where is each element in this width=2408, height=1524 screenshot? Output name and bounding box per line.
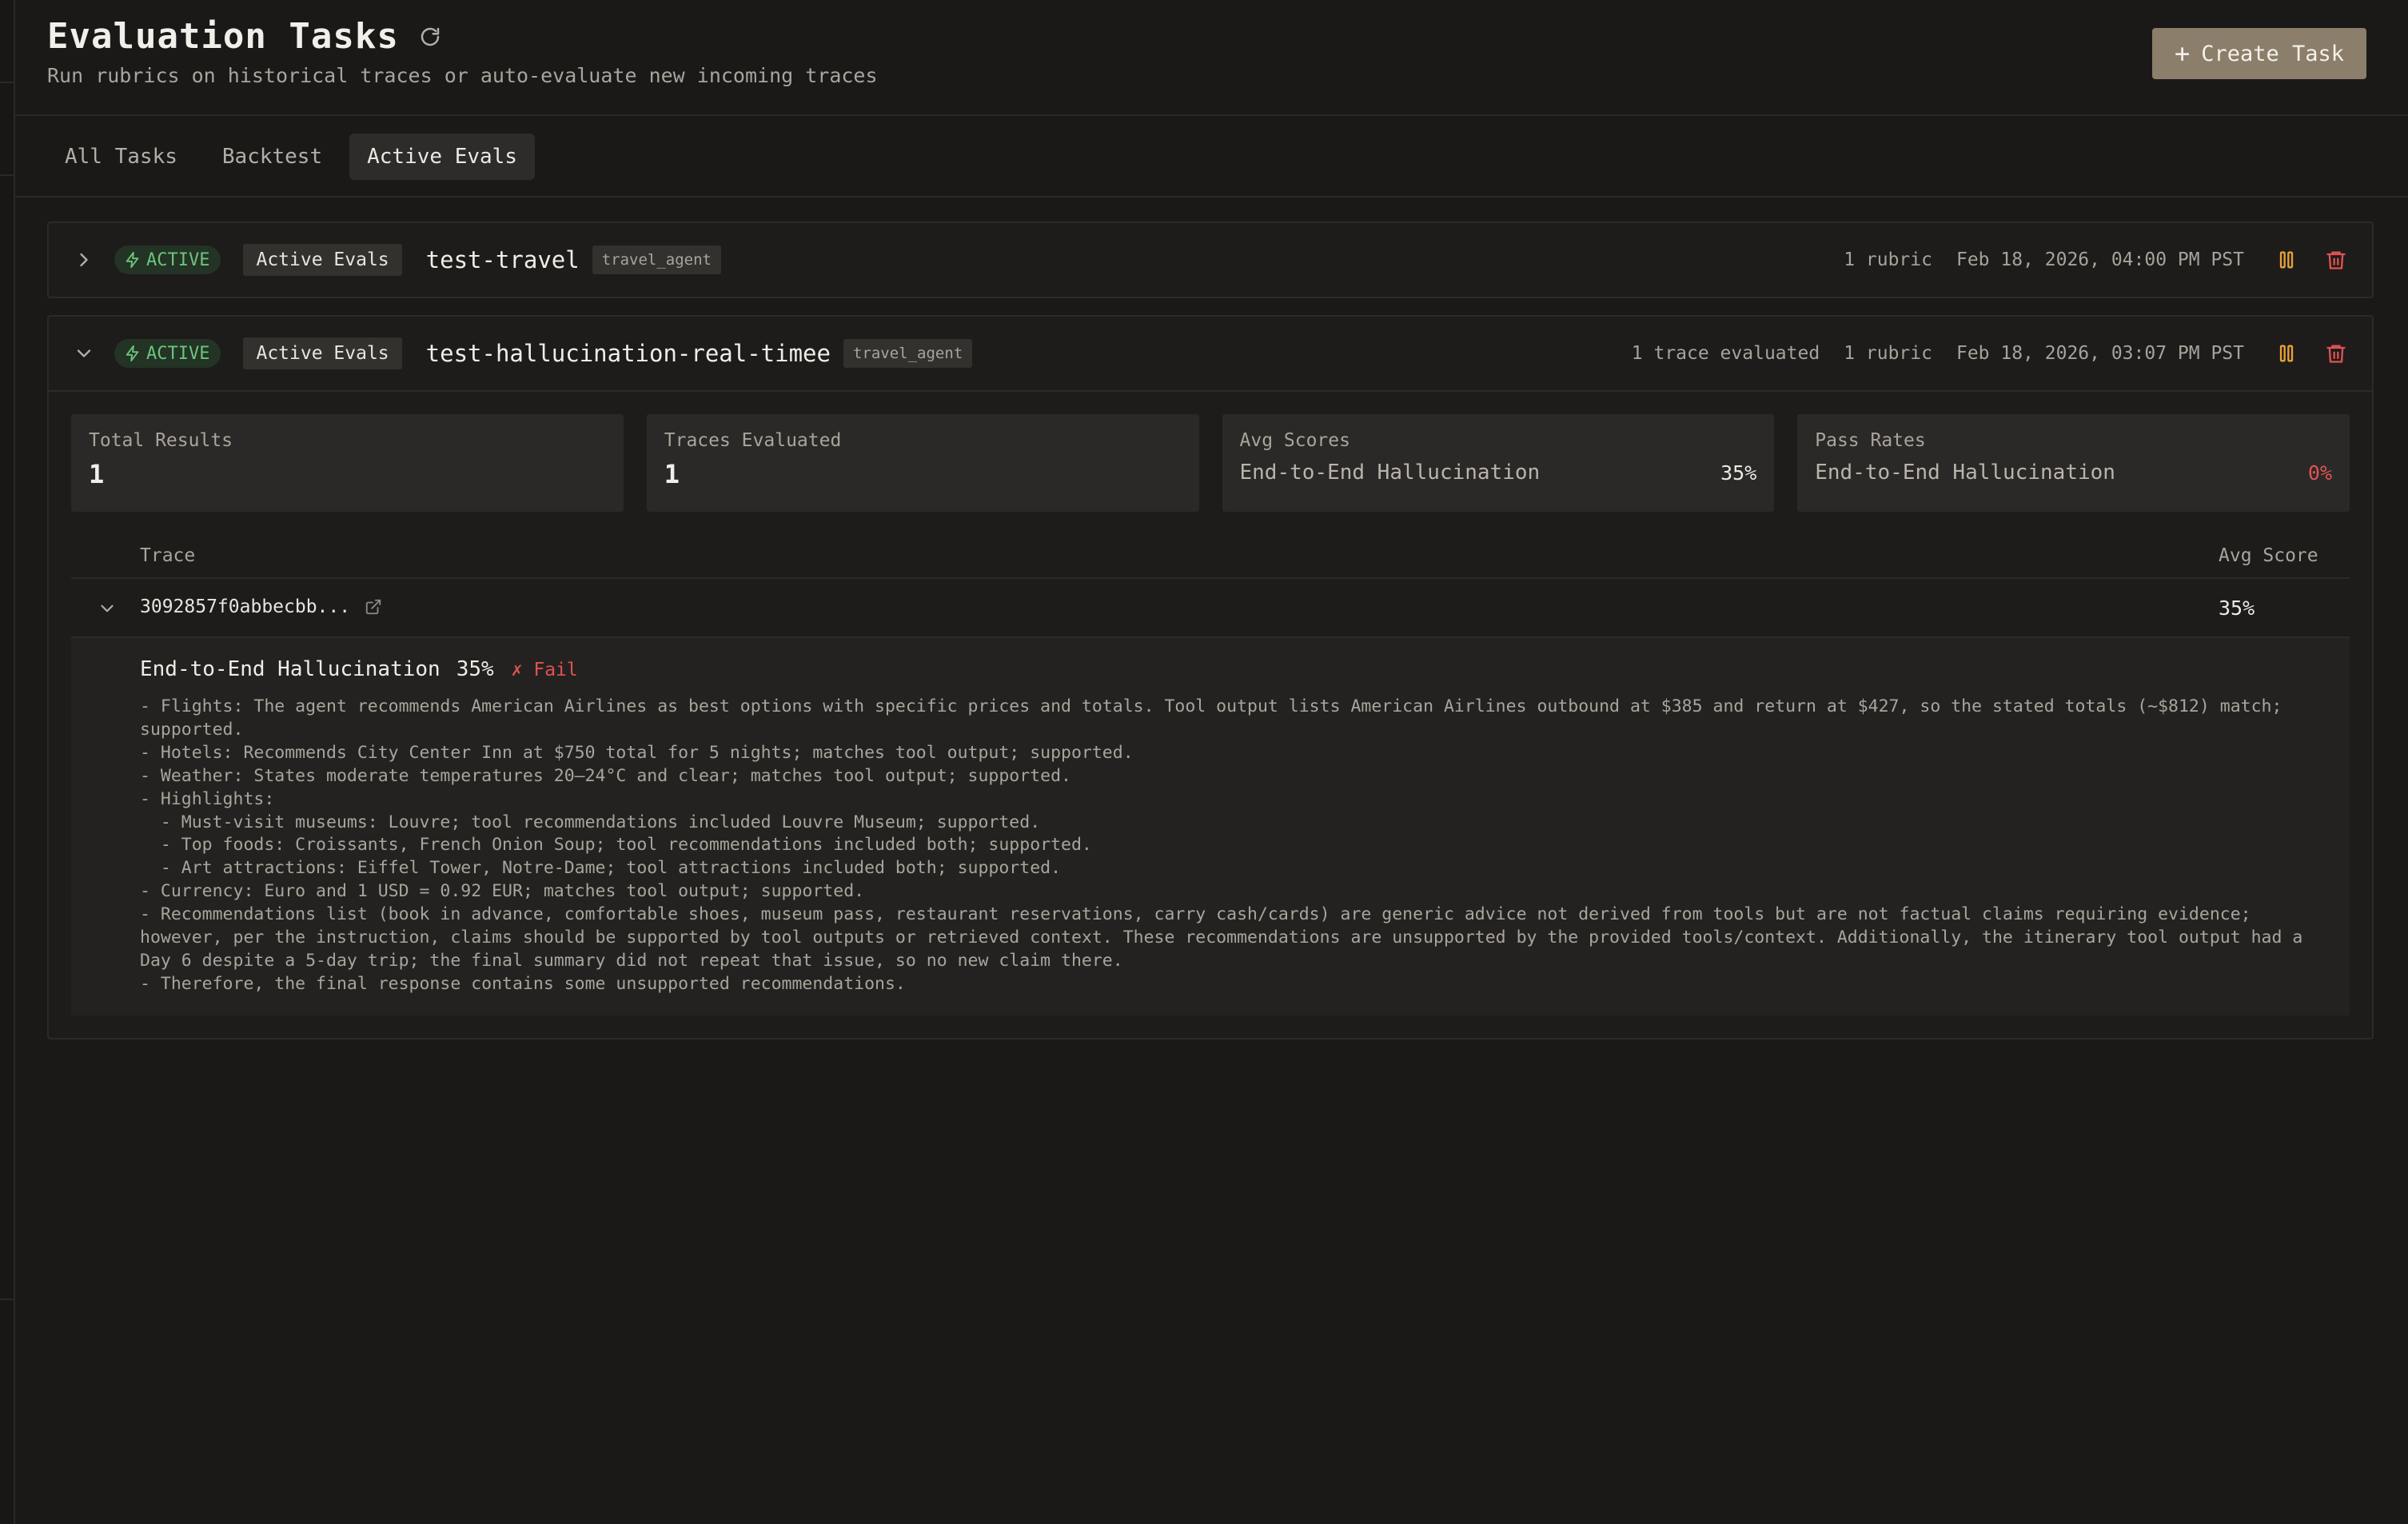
status-label: ACTIVE — [146, 343, 210, 364]
stat-row: End-to-End Hallucination 35% — [1240, 461, 1757, 485]
create-task-label: Create Task — [2201, 41, 2345, 66]
title-row: Evaluation Tasks — [47, 16, 442, 57]
create-task-button[interactable]: + Create Task — [2152, 28, 2366, 79]
rail-divider — [0, 174, 14, 176]
rail-divider — [0, 1299, 14, 1300]
task-actions — [2274, 223, 2348, 297]
page-title: Evaluation Tasks — [47, 16, 399, 57]
fail-badge: ✗ Fail — [511, 660, 578, 680]
traces-evaluated-count: 1 trace evaluated — [1631, 343, 1820, 364]
stats-row: Total Results 1 Traces Evaluated 1 Avg S… — [71, 414, 2350, 512]
column-header-trace[interactable]: Trace — [140, 545, 195, 566]
rubric-score: 35% — [456, 657, 494, 681]
rubric-name: End-to-End Hallucination — [1815, 461, 2115, 485]
page-header: Evaluation Tasks Run rubrics on historic… — [15, 0, 2408, 116]
task-type-badge: Active Evals — [243, 244, 402, 276]
agent-tag: travel_agent — [843, 339, 973, 368]
rubric-result-header: End-to-End Hallucination 35% ✗ Fail — [140, 657, 2318, 681]
task-meta: 1 rubric Feb 18, 2026, 04:00 PM PST — [1844, 223, 2244, 297]
external-link-icon[interactable] — [365, 598, 382, 616]
stat-value: 1 — [664, 459, 680, 489]
task-name: test-travel — [425, 246, 580, 273]
task-type-badge: Active Evals — [243, 337, 402, 369]
stat-label: Total Results — [89, 430, 233, 451]
task-name: test-hallucination-real-timee — [425, 340, 831, 367]
tab-bar: All Tasks Backtest Active Evals — [15, 118, 2408, 197]
pass-rate-value: 0% — [2307, 461, 2332, 485]
page-subtitle: Run rubrics on historical traces or auto… — [47, 64, 878, 87]
tab-backtest[interactable]: Backtest — [205, 134, 340, 180]
avg-score-value: 35% — [1720, 461, 1757, 485]
chevron-right-icon[interactable] — [73, 249, 95, 271]
rubric-name: End-to-End Hallucination — [140, 657, 441, 681]
task-date: Feb 18, 2026, 03:07 PM PST — [1956, 343, 2244, 364]
table-row[interactable]: 3092857f0abbecbb... 35% — [71, 579, 2350, 638]
task-actions — [2274, 317, 2348, 390]
trace-id: 3092857f0abbecbb... — [140, 596, 382, 617]
tab-active-evals[interactable]: Active Evals — [349, 134, 535, 180]
table-header: Trace Avg Score — [71, 536, 2350, 579]
task-meta: 1 trace evaluated 1 rubric Feb 18, 2026,… — [1632, 317, 2244, 390]
stat-traces-evaluated: Traces Evaluated 1 — [646, 414, 1199, 512]
chevron-down-icon[interactable] — [73, 342, 95, 365]
status-label: ACTIVE — [146, 249, 210, 270]
status-badge: ACTIVE — [114, 339, 221, 368]
rail-divider — [0, 82, 14, 83]
task-date: Feb 18, 2026, 04:00 PM PST — [1956, 249, 2244, 270]
trash-icon[interactable] — [2324, 248, 2348, 272]
stat-pass-rates: Pass Rates End-to-End Hallucination 0% — [1797, 414, 2350, 512]
status-badge: ACTIVE — [114, 245, 221, 274]
stat-label: Avg Scores — [1239, 430, 1350, 451]
trace-avg-score: 35% — [2219, 596, 2255, 620]
evaluation-tasks-page: Evaluation Tasks Run rubrics on historic… — [0, 0, 2408, 1524]
stat-value: 1 — [89, 459, 105, 489]
rubric-name: End-to-End Hallucination — [1239, 461, 1541, 485]
trace-id-text: 3092857f0abbecbb... — [140, 596, 351, 617]
task-card-header[interactable]: ACTIVE Active Evals test-travel travel_a… — [49, 223, 2372, 297]
trace-detail: End-to-End Hallucination 35% ✗ Fail - Fl… — [71, 638, 2350, 1015]
task-card: ACTIVE Active Evals test-travel travel_a… — [47, 221, 2374, 298]
rubric-count: 1 rubric — [1844, 249, 1932, 270]
pause-icon[interactable] — [2274, 248, 2298, 272]
task-card: ACTIVE Active Evals test-hallucination-r… — [47, 315, 2374, 1039]
chevron-down-icon[interactable] — [97, 598, 118, 619]
tabs: All Tasks Backtest Active Evals — [47, 134, 535, 180]
plus-icon: + — [2174, 38, 2191, 69]
trash-icon[interactable] — [2324, 341, 2348, 365]
sidebar-rail — [0, 0, 15, 1524]
rubric-count: 1 rubric — [1844, 343, 1932, 364]
results-table: Trace Avg Score 3092857f0abbecbb... 35% — [71, 536, 2350, 1015]
lightning-icon — [126, 251, 139, 269]
rubric-reasoning: - Flights: The agent recommends American… — [140, 696, 2303, 994]
task-details: Total Results 1 Traces Evaluated 1 Avg S… — [49, 390, 2372, 1038]
stat-avg-scores: Avg Scores End-to-End Hallucination 35% — [1222, 414, 1775, 512]
pause-icon[interactable] — [2274, 341, 2298, 365]
lightning-icon — [126, 345, 139, 362]
stat-label: Pass Rates — [1815, 430, 1926, 451]
column-header-avg-score[interactable]: Avg Score — [2219, 545, 2318, 566]
stat-total-results: Total Results 1 — [71, 414, 624, 512]
task-card-header[interactable]: ACTIVE Active Evals test-hallucination-r… — [49, 317, 2372, 390]
agent-tag: travel_agent — [592, 245, 721, 274]
tab-all-tasks[interactable]: All Tasks — [47, 134, 195, 180]
stat-row: End-to-End Hallucination 0% — [1815, 461, 2332, 485]
refresh-icon[interactable] — [418, 25, 442, 49]
stat-label: Traces Evaluated — [664, 430, 842, 451]
